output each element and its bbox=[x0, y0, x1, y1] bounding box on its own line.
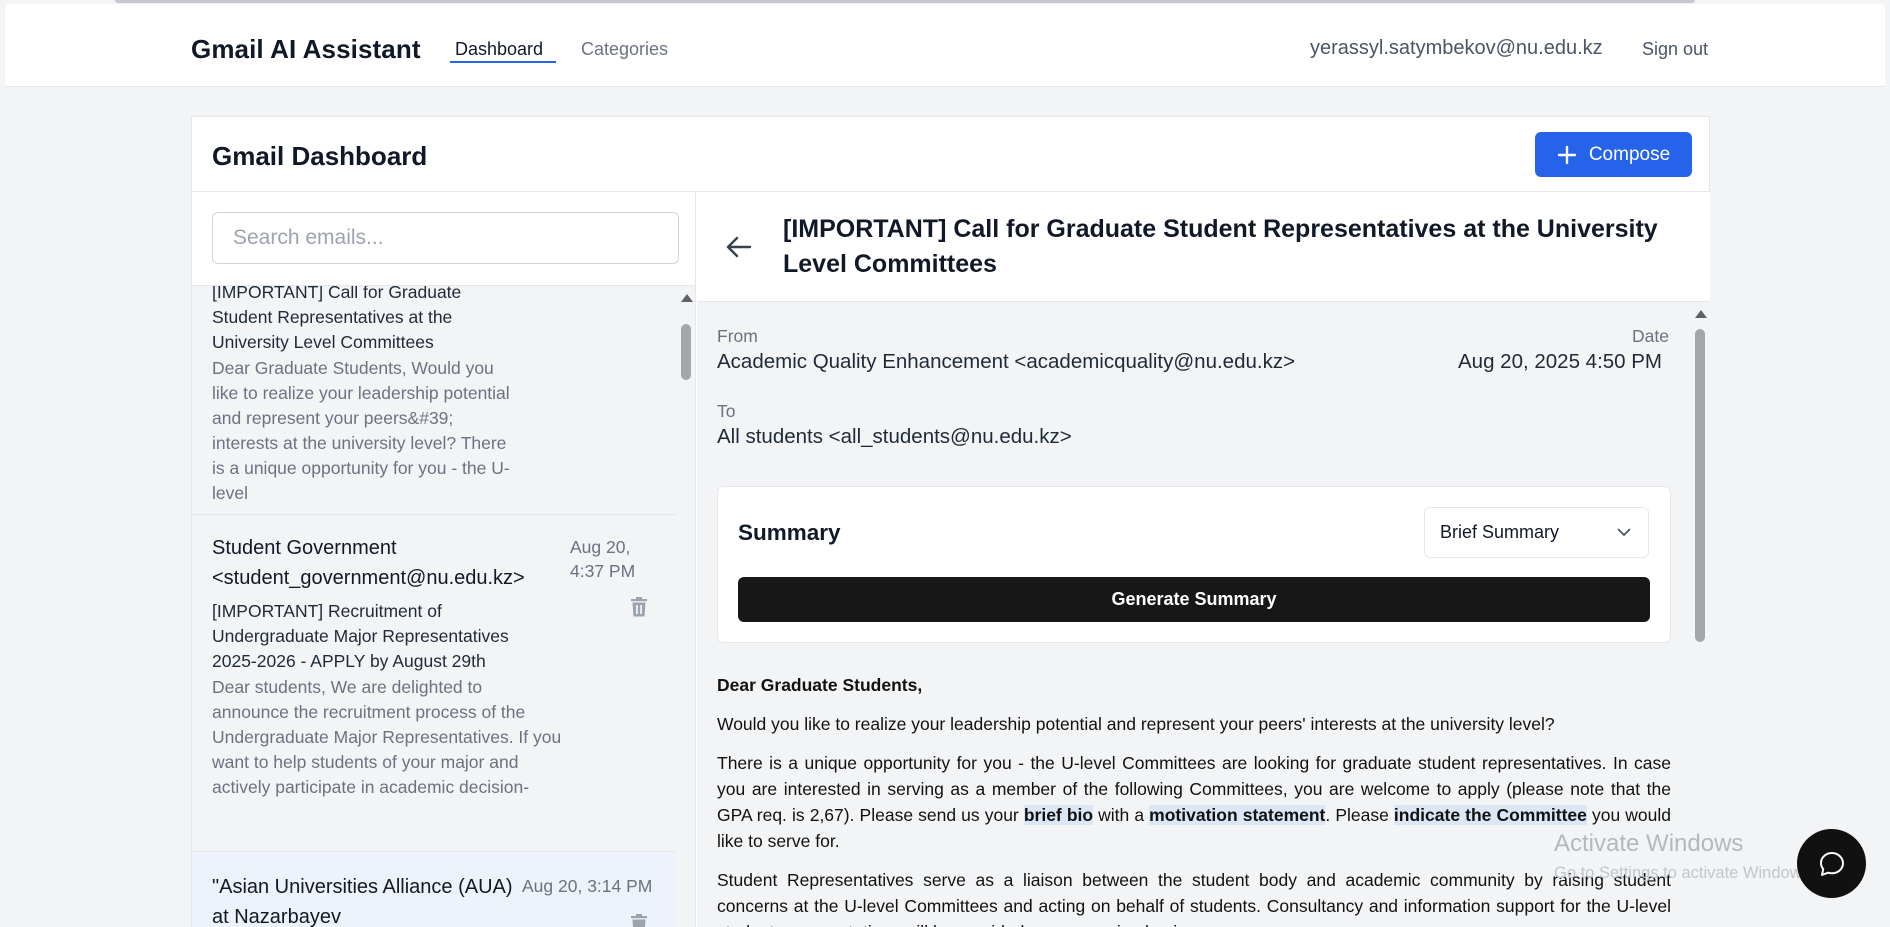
date-label: Date bbox=[1632, 326, 1669, 346]
email-subject: [IMPORTANT] Recruitment of Undergraduate… bbox=[212, 601, 509, 671]
compose-button[interactable]: Compose bbox=[1535, 132, 1692, 177]
nav-categories[interactable]: Categories bbox=[581, 39, 668, 60]
summary-panel: Summary Brief Summary Generate Summary bbox=[717, 486, 1671, 643]
search-bar bbox=[192, 192, 695, 286]
email-list-item[interactable]: [IMPORTANT] Call for Graduate Student Re… bbox=[192, 286, 676, 515]
email-paragraph: There is a unique opportunity for you - … bbox=[717, 750, 1671, 854]
plus-icon bbox=[1557, 145, 1577, 164]
nav-active-underline bbox=[450, 61, 556, 63]
scrollbar-thumb[interactable] bbox=[681, 324, 691, 380]
activate-windows-watermark: Activate Windows bbox=[1554, 830, 1744, 857]
summary-mode-value: Brief Summary bbox=[1440, 522, 1560, 542]
email-detail-body: From Academic Quality Enhancement <acade… bbox=[697, 302, 1690, 927]
email-paragraph: Would you like to realize your leadershi… bbox=[717, 714, 1555, 734]
compose-label: Compose bbox=[1588, 143, 1671, 165]
activate-windows-subtitle: Go to Settings to activate Windows. bbox=[1554, 864, 1815, 882]
chat-button[interactable] bbox=[1797, 829, 1866, 898]
trash-icon[interactable] bbox=[630, 597, 648, 617]
email-subject: [IMPORTANT] Call for Graduate Student Re… bbox=[212, 286, 462, 352]
to-label: To bbox=[717, 401, 736, 421]
dashboard-card: Gmail Dashboard Compose [IMPORTANT] Call… bbox=[191, 116, 1710, 927]
email-list-item[interactable]: Student Government <student_government@n… bbox=[192, 515, 676, 852]
summary-mode-select[interactable]: Brief Summary bbox=[1424, 507, 1649, 558]
chevron-down-icon bbox=[1617, 528, 1631, 537]
scrollbar-thumb[interactable] bbox=[1695, 329, 1705, 642]
highlight-text: indicate the Committee bbox=[1393, 805, 1587, 825]
email-list-item[interactable]: "Asian Universities Alliance (AUA) at Na… bbox=[192, 852, 676, 927]
trash-icon[interactable] bbox=[630, 914, 648, 927]
email-snippet: Dear students, We are delighted to annou… bbox=[212, 677, 562, 797]
app-brand[interactable]: Gmail AI Assistant bbox=[191, 34, 421, 65]
email-text: with a bbox=[1093, 805, 1150, 825]
email-date: Aug 20, 3:14 PM bbox=[522, 876, 653, 896]
highlight-text: brief bio bbox=[1023, 805, 1094, 825]
email-sender: "Asian Universities Alliance (AUA) at Na… bbox=[212, 876, 513, 927]
sign-out-button[interactable]: Sign out bbox=[1642, 39, 1708, 60]
email-list-scrollbar[interactable] bbox=[676, 286, 695, 927]
summary-title: Summary bbox=[738, 520, 841, 545]
page-title: Gmail Dashboard bbox=[212, 141, 428, 171]
highlight-text: motivation statement bbox=[1149, 805, 1326, 825]
email-detail-subject: [IMPORTANT] Call for Graduate Student Re… bbox=[783, 215, 1658, 278]
generate-summary-button[interactable]: Generate Summary bbox=[738, 577, 1650, 622]
email-greeting: Dear Graduate Students, bbox=[717, 675, 923, 695]
email-list[interactable]: [IMPORTANT] Call for Graduate Student Re… bbox=[192, 286, 676, 927]
back-arrow-icon[interactable] bbox=[726, 236, 752, 258]
email-date: Aug 20, 4:37 PM bbox=[570, 537, 636, 581]
from-value: Academic Quality Enhancement <academicqu… bbox=[717, 350, 1296, 373]
email-sender: Student Government <student_government@n… bbox=[212, 537, 525, 589]
chat-bubble-icon bbox=[1819, 851, 1844, 876]
from-label: From bbox=[717, 326, 758, 346]
scroll-up-arrow-icon[interactable] bbox=[1695, 310, 1707, 318]
user-email: yerassyl.satymbekov@nu.edu.kz bbox=[1310, 37, 1603, 59]
email-detail-pane: [IMPORTANT] Call for Graduate Student Re… bbox=[697, 192, 1710, 927]
email-snippet: Dear Graduate Students, Would you like t… bbox=[212, 358, 510, 503]
search-input[interactable] bbox=[212, 212, 679, 264]
email-paragraph: Student Representatives serve as a liais… bbox=[717, 870, 1671, 927]
top-navbar: Gmail AI Assistant Dashboard Categories … bbox=[5, 4, 1885, 87]
browser-scroll-strip bbox=[115, 0, 1695, 3]
email-content: Dear Graduate Students, Would you like t… bbox=[717, 672, 1671, 927]
to-value: All students <all_students@nu.edu.kz> bbox=[717, 425, 1072, 448]
email-list-pane: [IMPORTANT] Call for Graduate Student Re… bbox=[192, 192, 696, 927]
date-value: Aug 20, 2025 4:50 PM bbox=[1458, 350, 1663, 373]
email-detail-header: [IMPORTANT] Call for Graduate Student Re… bbox=[697, 192, 1710, 302]
nav-dashboard[interactable]: Dashboard bbox=[455, 39, 543, 60]
email-text: . Please bbox=[1325, 805, 1394, 825]
scroll-up-arrow-icon[interactable] bbox=[681, 294, 693, 302]
